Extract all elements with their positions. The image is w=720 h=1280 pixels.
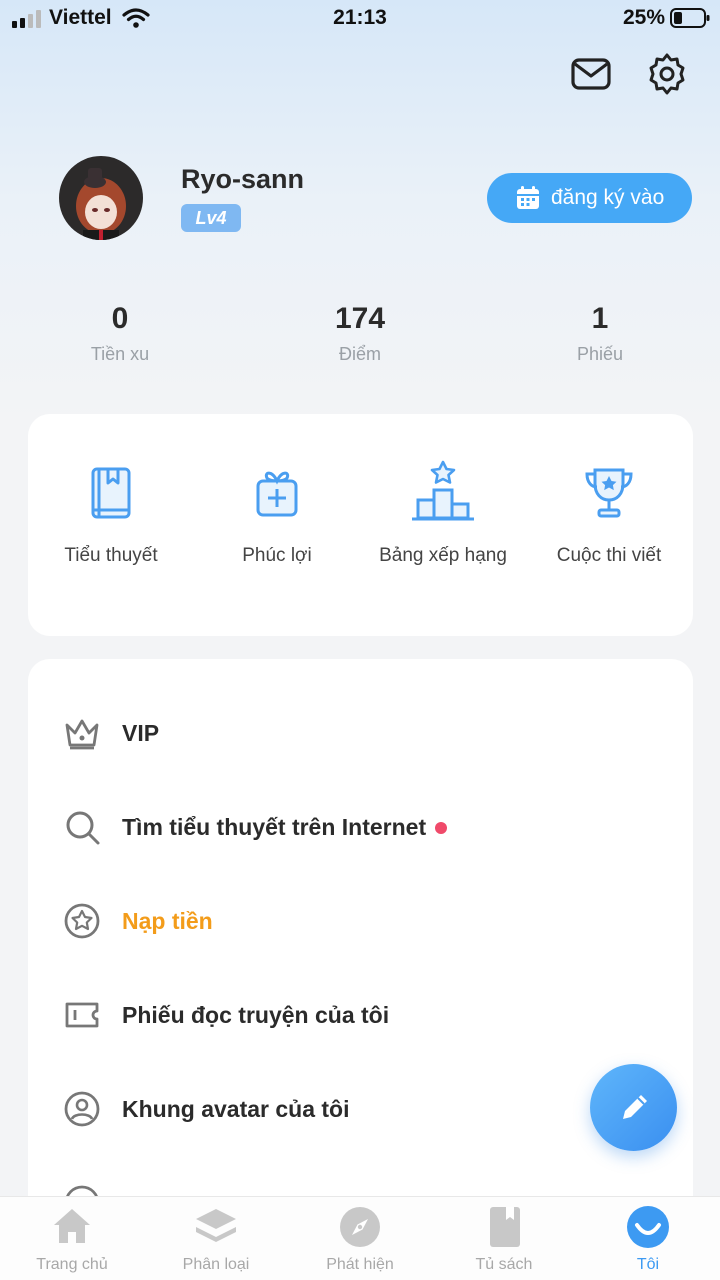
nav-label: Tôi	[636, 1256, 660, 1273]
menu-label: Nạp tiền	[122, 907, 213, 934]
menu-label: Khung avatar của tôi	[122, 1095, 350, 1122]
calendar-icon	[517, 186, 539, 209]
menu-item-vip[interactable]: VIP	[28, 686, 693, 780]
trophy-icon	[585, 468, 633, 518]
nav-me[interactable]: Tôi	[576, 1205, 720, 1274]
nav-label: Trang chủ	[36, 1256, 108, 1273]
menu-item-reading-tickets[interactable]: Phiếu đọc truyện của tôi	[28, 968, 693, 1062]
bookshelf-icon	[490, 1207, 520, 1247]
battery-icon	[670, 8, 710, 28]
username: Ryo-sann	[181, 164, 305, 194]
feature-grid-card: Tiểu thuyết Phúc lợi Bảng xếp hạng Cuộc …	[28, 414, 693, 636]
clock: 21:13	[333, 6, 387, 29]
stat-value: 0	[111, 302, 129, 335]
nav-label: Phân loại	[182, 1256, 250, 1273]
podium-icon	[412, 460, 474, 521]
menu-card: VIP Tìm tiểu thuyết trên Internet Nạp ti…	[28, 659, 693, 1279]
nav-label: Tủ sách	[475, 1256, 533, 1273]
stat-tickets[interactable]: 1 Phiếu	[520, 302, 680, 365]
level-badge: Lv4	[181, 204, 241, 232]
grid-label: Tiểu thuyết	[64, 545, 158, 566]
menu-item-topup[interactable]: Nạp tiền	[28, 874, 693, 968]
menu-item-search-internet[interactable]: Tìm tiểu thuyết trên Internet	[28, 780, 693, 874]
write-fab-button[interactable]	[590, 1064, 677, 1151]
gift-icon	[256, 471, 298, 517]
menu-label-text: Tìm tiểu thuyết trên Internet	[122, 813, 427, 840]
bottom-nav: Trang chủ Phân loại Phát hiện Tủ sách Tô…	[0, 1196, 720, 1280]
stat-points[interactable]: 174 Điểm	[280, 302, 440, 365]
avatar-frame-icon	[64, 1091, 100, 1127]
ticket-icon	[65, 1002, 99, 1028]
battery-percentage: 25%	[622, 6, 665, 29]
stat-value: 174	[334, 302, 386, 335]
notification-dot	[435, 822, 448, 835]
nav-bookshelf[interactable]: Tủ sách	[432, 1205, 576, 1274]
nav-label: Phát hiện	[326, 1256, 394, 1273]
home-icon	[54, 1209, 90, 1243]
stat-label: Phiếu	[576, 344, 624, 364]
grid-item-benefits[interactable]: Phúc lợi	[194, 458, 360, 567]
grid-item-writing-contest[interactable]: Cuộc thi viết	[526, 458, 692, 567]
grid-label: Phúc lợi	[242, 545, 312, 566]
mail-icon[interactable]	[569, 52, 613, 96]
grid-item-ranking[interactable]: Bảng xếp hạng	[360, 458, 526, 567]
menu-label: Phiếu đọc truyện của tôi	[122, 1001, 390, 1028]
compass-icon	[340, 1207, 380, 1247]
coin-star-icon	[64, 903, 100, 939]
checkin-label: đăng ký vào	[551, 186, 665, 209]
stat-value: 1	[591, 302, 609, 335]
checkin-button[interactable]: đăng ký vào	[487, 173, 692, 223]
crown-icon	[65, 719, 99, 750]
avatar[interactable]	[59, 156, 143, 240]
grid-label: Bảng xếp hạng	[379, 545, 507, 566]
menu-label: Tìm tiểu thuyết trên Internet	[122, 813, 448, 841]
menu-label: VIP	[122, 719, 160, 746]
search-icon	[66, 811, 100, 845]
book-icon	[91, 467, 131, 519]
layers-icon	[196, 1209, 236, 1242]
nav-home[interactable]: Trang chủ	[0, 1205, 144, 1274]
gear-icon[interactable]	[645, 52, 689, 96]
stat-label: Điểm	[338, 344, 381, 364]
grid-item-novels[interactable]: Tiểu thuyết	[28, 458, 194, 567]
stat-label: Tiền xu	[90, 344, 150, 364]
status-bar: Viettel 21:13 25%	[0, 0, 720, 38]
smile-icon	[627, 1206, 669, 1248]
grid-label: Cuộc thi viết	[556, 545, 662, 566]
nav-discover[interactable]: Phát hiện	[288, 1205, 432, 1274]
pencil-icon	[622, 1094, 647, 1119]
stat-coins[interactable]: 0 Tiền xu	[40, 302, 200, 365]
nav-categories[interactable]: Phân loại	[144, 1205, 288, 1274]
